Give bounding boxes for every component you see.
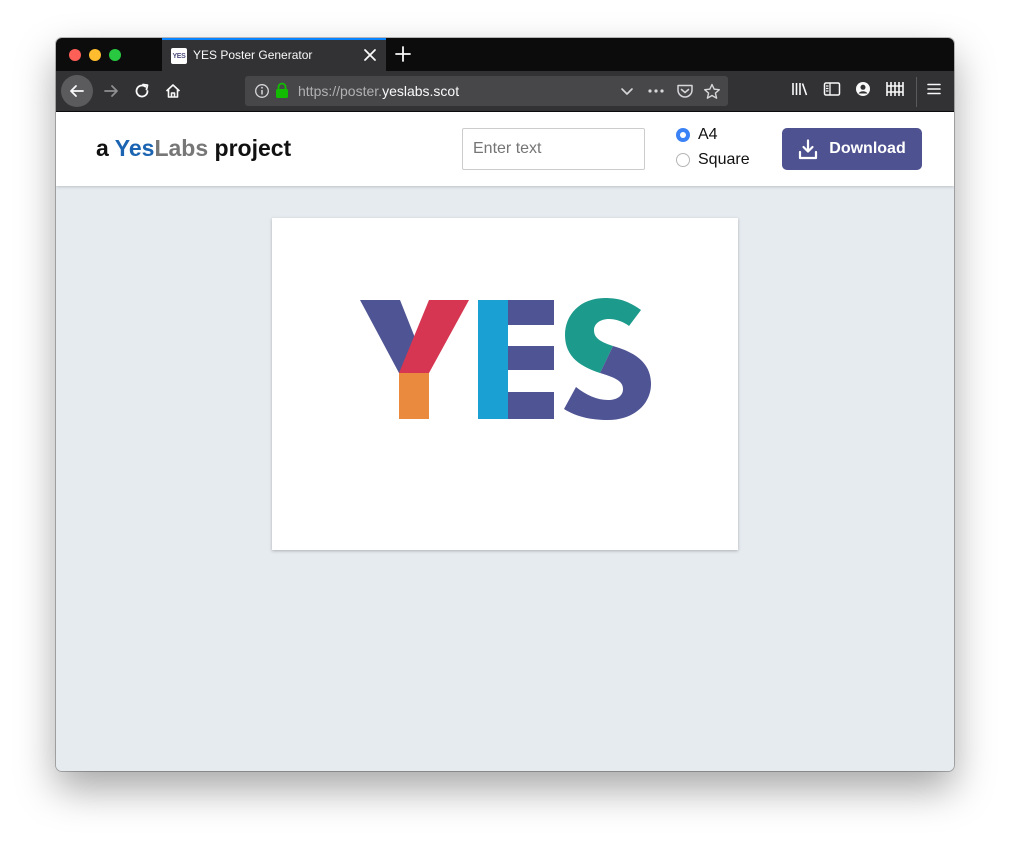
- lock-icon[interactable]: [275, 82, 289, 104]
- page-content: a YesLabs project A4 Square Download: [56, 112, 954, 771]
- pocket-icon[interactable]: [676, 83, 694, 104]
- library-icon[interactable]: [791, 81, 809, 102]
- url-host: yeslabs.scot: [382, 83, 460, 99]
- arrow-right-icon: [104, 85, 118, 97]
- star-icon[interactable]: [703, 83, 721, 105]
- brand-prefix: a: [96, 135, 115, 161]
- toolbar-separator: [916, 77, 917, 107]
- format-label-square: Square: [698, 151, 750, 168]
- tab-strip: YES YES Poster Generator: [56, 38, 954, 71]
- logo-e-stem: [478, 300, 508, 419]
- brand-suffix: project: [208, 135, 292, 161]
- radio-square[interactable]: [676, 153, 690, 167]
- tab-title: YES Poster Generator: [193, 48, 313, 62]
- logo-e-bottom-bar: [508, 392, 554, 419]
- download-label: Download: [829, 140, 906, 157]
- home-icon: [165, 84, 181, 98]
- logo-e-middle-bar: [508, 346, 554, 370]
- download-icon: [798, 138, 818, 160]
- extensions-icon[interactable]: [885, 81, 905, 102]
- page-header: a YesLabs project A4 Square Download: [56, 112, 954, 186]
- home-button[interactable]: [158, 76, 188, 106]
- reload-icon: [135, 83, 149, 98]
- browser-window: YES YES Poster Generator https://poster.…: [56, 38, 954, 771]
- brand-labs: Labs: [154, 135, 209, 161]
- sidebar-icon[interactable]: [823, 81, 841, 102]
- format-option-a4[interactable]: A4: [676, 126, 718, 144]
- close-icon[interactable]: [360, 44, 380, 66]
- zoom-window-button[interactable]: [109, 49, 121, 61]
- minimize-window-button[interactable]: [89, 49, 101, 61]
- poster-preview: [272, 218, 738, 550]
- url-prefix: https://poster.: [298, 83, 383, 99]
- chevron-down-icon[interactable]: [619, 83, 635, 104]
- format-label-a4: A4: [698, 126, 718, 143]
- url-bar[interactable]: https://poster.yeslabs.scot: [245, 76, 728, 106]
- arrow-left-icon: [70, 85, 84, 97]
- brand-title: a YesLabs project: [96, 135, 291, 162]
- menu-icon[interactable]: [926, 81, 942, 102]
- close-window-button[interactable]: [69, 49, 81, 61]
- brand-yes: Yes: [114, 135, 155, 161]
- more-actions-icon[interactable]: [647, 83, 665, 104]
- logo-y-stem: [399, 373, 429, 419]
- format-option-square[interactable]: Square: [676, 151, 750, 169]
- forward-button[interactable]: [96, 76, 126, 106]
- reload-button[interactable]: [127, 76, 157, 106]
- tab-favicon: YES: [171, 48, 187, 64]
- back-button[interactable]: [61, 75, 93, 107]
- url-text[interactable]: https://poster.yeslabs.scot: [298, 83, 459, 99]
- account-icon[interactable]: [855, 81, 871, 102]
- yes-logo: [360, 298, 651, 420]
- navigation-toolbar: https://poster.yeslabs.scot: [56, 71, 954, 112]
- radio-a4[interactable]: [676, 128, 690, 142]
- logo-e-top-bar: [508, 300, 554, 325]
- poster-text-input[interactable]: [462, 128, 645, 170]
- plus-icon[interactable]: [392, 41, 414, 67]
- info-icon[interactable]: [254, 83, 270, 104]
- download-button[interactable]: Download: [782, 128, 922, 170]
- tab-yes-poster-generator[interactable]: YES YES Poster Generator: [162, 38, 386, 71]
